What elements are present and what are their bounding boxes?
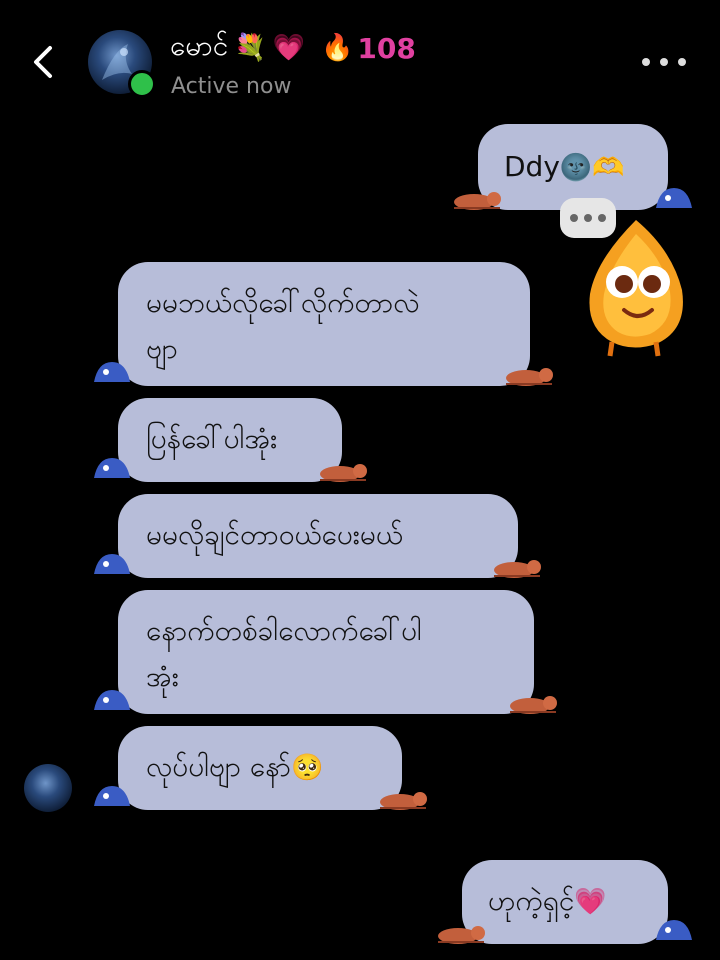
- lying-dog-sticker: [504, 688, 562, 716]
- blue-blob-sticker: [90, 780, 134, 810]
- lying-dog-sticker: [314, 456, 372, 484]
- back-button[interactable]: [24, 38, 68, 86]
- blue-blob-sticker: [90, 356, 134, 386]
- blue-blob-sticker: [90, 684, 134, 714]
- blue-blob-sticker: [90, 452, 134, 482]
- chat-header: မောင် 💐 💗 🔥 108 Active now: [0, 0, 720, 120]
- contact-name: မောင်: [170, 29, 229, 62]
- active-status: Active now: [171, 74, 292, 99]
- more-dot-icon: [642, 58, 650, 66]
- message-bubble-incoming[interactable]: မမဘယ်လိုခေါ်လိုက်တာလဲ ဗျာ: [118, 262, 530, 386]
- message-text: Ddy: [504, 150, 560, 183]
- lying-dog-sticker: [432, 918, 490, 946]
- message-text: လုပ်ပါဗျာ နော်: [146, 750, 292, 783]
- message-text: မမဘယ်လိုခေါ်လိုက်တာလဲ ဗျာ: [146, 286, 420, 365]
- fire-icon: 🔥: [321, 33, 354, 63]
- sender-avatar[interactable]: [24, 764, 72, 812]
- heart-emoji: 💗: [574, 887, 607, 917]
- pleading-face-emoji: 🥺: [291, 753, 324, 783]
- lying-dog-sticker: [374, 784, 432, 812]
- more-options-button[interactable]: [642, 56, 686, 68]
- moon-emoji: 🌚: [559, 153, 593, 183]
- message-text: ပြန်ခေါ်ပါအုံး: [146, 422, 278, 455]
- blue-blob-sticker: [652, 914, 696, 944]
- blue-blob-sticker: [90, 548, 134, 578]
- more-dot-icon: [678, 58, 686, 66]
- lying-dog-sticker: [488, 552, 546, 580]
- lying-dog-sticker: [448, 184, 506, 212]
- message-bubble-incoming[interactable]: ပြန်ခေါ်ပါအုံး: [118, 398, 342, 482]
- flame-mascot-sticker: [572, 210, 700, 360]
- chevron-left-icon: [34, 46, 52, 78]
- message-bubble-incoming[interactable]: မမလိုချင်တာဝယ်ပေးမယ်: [118, 494, 518, 578]
- contact-name-row[interactable]: မောင် 💐 💗 🔥 108: [170, 26, 416, 70]
- streak-badge: 🔥 108: [321, 32, 416, 65]
- bouquet-emoji: 💐: [234, 33, 267, 63]
- heart-hands-emoji: 🫶: [592, 153, 625, 183]
- message-text: ဟုကဲ့ရှင့်: [488, 884, 575, 917]
- heart-emoji: 💗: [272, 33, 305, 63]
- blue-blob-sticker: [652, 182, 696, 212]
- message-text: နောက်တစ်ခါလောက်ခေါ်ပါ အုံး: [146, 614, 422, 693]
- message-bubble-outgoing[interactable]: ဟုကဲ့ရှင့်💗: [462, 860, 668, 944]
- lying-dog-sticker: [500, 360, 558, 388]
- online-indicator: [128, 70, 156, 98]
- more-dot-icon: [660, 58, 668, 66]
- message-bubble-incoming[interactable]: လုပ်ပါဗျာ နော်🥺: [118, 726, 402, 810]
- message-bubble-incoming[interactable]: နောက်တစ်ခါလောက်ခေါ်ပါ အုံး: [118, 590, 534, 714]
- message-text: မမလိုချင်တာဝယ်ပေးမယ်: [146, 518, 404, 551]
- streak-count: 108: [357, 31, 416, 65]
